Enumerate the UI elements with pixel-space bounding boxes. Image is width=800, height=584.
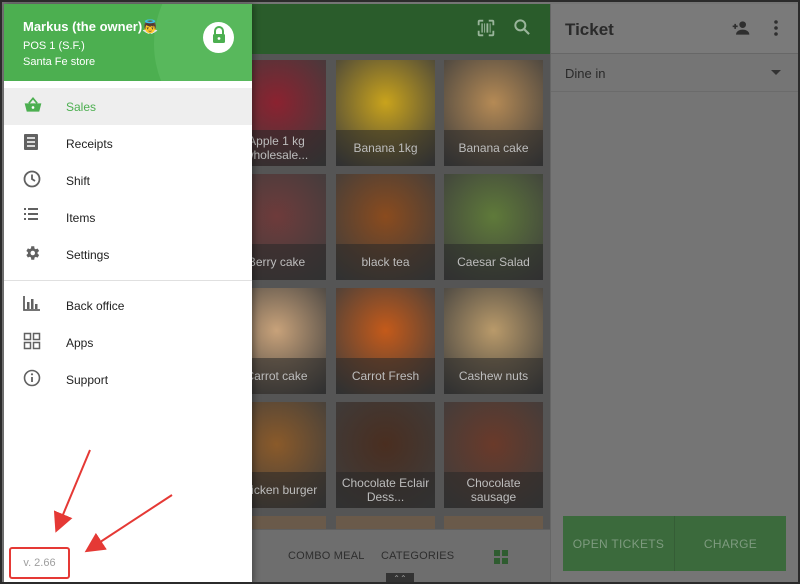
- product-tile-partial[interactable]: [444, 516, 543, 529]
- product-tile[interactable]: Carrot Fresh: [336, 288, 435, 394]
- search-icon[interactable]: [512, 17, 536, 41]
- product-caption: Banana 1kg: [336, 130, 435, 166]
- chevron-down-icon: [771, 70, 781, 75]
- product-tile[interactable]: black tea: [336, 174, 435, 280]
- sidebar-item-back-office[interactable]: Back office: [4, 287, 252, 324]
- menu-divider: [4, 280, 252, 281]
- product-tile[interactable]: Chocolate Eclair Dess...: [336, 402, 435, 508]
- product-caption: Carrot Fresh: [336, 358, 435, 394]
- store-name: Santa Fe store: [23, 56, 96, 68]
- sidebar-item-sales[interactable]: Sales: [4, 88, 252, 125]
- product-caption: Chocolate Eclair Dess...: [336, 472, 435, 508]
- product-caption: Banana cake: [444, 130, 543, 166]
- pos-name: POS 1 (S.F.): [23, 40, 85, 52]
- version-label: v. 2.66: [9, 547, 70, 579]
- product-tile[interactable]: Caesar Salad: [444, 174, 543, 280]
- apps-icon: [23, 332, 43, 352]
- drawer-header: Markus (the owner)👼 POS 1 (S.F.) Santa F…: [4, 4, 252, 81]
- screenshot-frame: Apple 1 kg wholesale... Banana 1kg Banana …: [0, 0, 800, 584]
- sidebar-item-apps[interactable]: Apps: [4, 324, 252, 361]
- product-caption: Cashew nuts: [444, 358, 543, 394]
- angel-emoji-icon: 👼: [142, 19, 159, 34]
- owner-name-text: Markus (the owner): [23, 19, 143, 34]
- dining-option-select[interactable]: Dine in: [551, 54, 798, 92]
- product-tile[interactable]: Banana cake: [444, 60, 543, 166]
- dining-option-value: Dine in: [565, 66, 606, 81]
- tab-combo-meal[interactable]: COMBO MEAL: [288, 550, 365, 562]
- sidebar-item-label: Receipts: [66, 137, 113, 151]
- sidebar-item-label: Sales: [66, 100, 97, 114]
- info-icon: [23, 369, 43, 389]
- list-icon: [23, 207, 43, 227]
- product-tile[interactable]: Banana 1kg: [336, 60, 435, 166]
- clock-icon: [23, 170, 43, 190]
- sidebar-item-label: Back office: [66, 299, 125, 313]
- ticket-header: Ticket: [551, 4, 798, 54]
- ticket-panel: Ticket Dine in OPEN TICKETS CHARGE: [550, 4, 798, 582]
- product-tile[interactable]: Chocolate sausage: [444, 402, 543, 508]
- bar-chart-icon: [23, 295, 43, 315]
- sidebar-item-label: Apps: [66, 336, 94, 350]
- charge-button[interactable]: CHARGE: [674, 516, 786, 571]
- more-vert-icon[interactable]: [773, 19, 779, 42]
- expand-handle-icon[interactable]: ⌃⌃: [386, 573, 414, 582]
- sidebar-item-label: Items: [66, 211, 96, 225]
- sidebar-item-label: Settings: [66, 248, 110, 262]
- sidebar-item-shift[interactable]: Shift: [4, 162, 252, 199]
- barcode-icon[interactable]: [475, 17, 499, 41]
- sidebar-item-label: Shift: [66, 174, 91, 188]
- product-tile-partial[interactable]: [336, 516, 435, 529]
- lock-icon: [211, 26, 227, 49]
- sidebar-item-label: Support: [66, 373, 109, 387]
- grid-view-icon[interactable]: [494, 550, 508, 564]
- basket-icon: [23, 96, 43, 116]
- ticket-actions: OPEN TICKETS CHARGE: [563, 516, 786, 571]
- sidebar-item-settings[interactable]: Settings: [4, 236, 252, 273]
- owner-name: Markus (the owner)👼: [23, 19, 158, 35]
- ticket-title: Ticket: [565, 20, 614, 39]
- sidebar-item-items[interactable]: Items: [4, 199, 252, 236]
- gear-icon: [23, 244, 43, 264]
- product-caption: Caesar Salad: [444, 244, 543, 280]
- sidebar-item-support[interactable]: Support: [4, 361, 252, 398]
- navigation-drawer: Markus (the owner)👼 POS 1 (S.F.) Santa F…: [4, 4, 252, 582]
- receipt-icon: [23, 133, 43, 153]
- sidebar-item-receipts[interactable]: Receipts: [4, 125, 252, 162]
- lock-button[interactable]: [203, 22, 234, 53]
- product-caption: Chocolate sausage: [444, 472, 543, 508]
- add-customer-icon[interactable]: [731, 19, 751, 42]
- tab-categories[interactable]: CATEGORIES: [381, 550, 454, 562]
- open-tickets-button[interactable]: OPEN TICKETS: [563, 516, 674, 571]
- product-tile[interactable]: Cashew nuts: [444, 288, 543, 394]
- product-caption: black tea: [336, 244, 435, 280]
